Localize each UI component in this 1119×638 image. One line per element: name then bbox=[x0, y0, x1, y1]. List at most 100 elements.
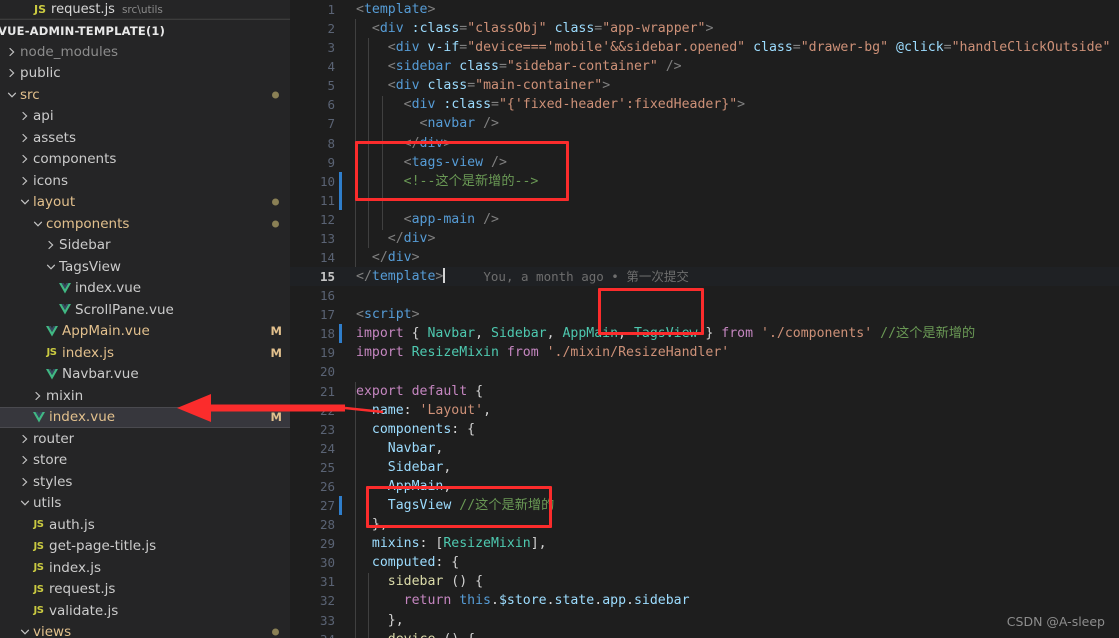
code-line[interactable]: 8 </div> bbox=[290, 134, 1119, 153]
tree-folder-layout[interactable]: layout bbox=[0, 192, 290, 214]
chevron-right-icon[interactable] bbox=[4, 47, 20, 57]
code-text[interactable]: <div :class="{'fixed-header':fixedHeader… bbox=[347, 95, 745, 114]
tree-file-scrollpane-vue[interactable]: ScrollPane.vue bbox=[0, 299, 290, 321]
code-line[interactable]: 14 </div> bbox=[290, 248, 1119, 267]
code-line[interactable]: 3 <div v-if="device==='mobile'&&sidebar.… bbox=[290, 38, 1119, 57]
tree-folder-assets[interactable]: assets bbox=[0, 127, 290, 149]
code-line[interactable]: 9 <tags-view /> bbox=[290, 153, 1119, 172]
code-line[interactable]: 29 mixins: [ResizeMixin], bbox=[290, 534, 1119, 553]
code-line[interactable]: 4 <sidebar class="sidebar-container" /> bbox=[290, 57, 1119, 76]
code-line[interactable]: 21 export default { bbox=[290, 382, 1119, 401]
chevron-down-icon[interactable] bbox=[17, 627, 33, 637]
code-text[interactable]: <sidebar class="sidebar-container" /> bbox=[347, 57, 682, 76]
code-text[interactable]: <tags-view /> bbox=[347, 153, 507, 172]
code-line[interactable]: 22 name: 'Layout', bbox=[290, 401, 1119, 420]
code-line[interactable]: 23 components: { bbox=[290, 420, 1119, 439]
tree-folder-api[interactable]: api bbox=[0, 106, 290, 128]
code-line[interactable]: 5 <div class="main-container"> bbox=[290, 76, 1119, 95]
tree-folder-utils[interactable]: utils bbox=[0, 493, 290, 515]
chevron-right-icon[interactable] bbox=[17, 455, 33, 465]
chevron-down-icon[interactable] bbox=[43, 262, 59, 272]
chevron-right-icon[interactable] bbox=[17, 133, 33, 143]
tree-folder-node-modules[interactable]: node_modules bbox=[0, 41, 290, 63]
tree-folder-public[interactable]: public bbox=[0, 63, 290, 85]
code-line[interactable]: 31 sidebar () { bbox=[290, 572, 1119, 591]
code-editor[interactable]: 1 <template> 2 <div :class="classObj" clas… bbox=[290, 0, 1119, 638]
tree-folder-sidebar[interactable]: Sidebar bbox=[0, 235, 290, 257]
code-line[interactable]: 19 import ResizeMixin from './mixin/Resiz… bbox=[290, 343, 1119, 362]
tree-folder-mixin[interactable]: mixin bbox=[0, 385, 290, 407]
code-text[interactable]: </div> bbox=[347, 134, 452, 153]
code-text[interactable]: mixins: [ResizeMixin], bbox=[347, 534, 547, 553]
chevron-down-icon[interactable] bbox=[30, 219, 46, 229]
code-line[interactable]: 7 <navbar /> bbox=[290, 114, 1119, 133]
tree-file-navbar-vue[interactable]: Navbar.vue bbox=[0, 364, 290, 386]
chevron-right-icon[interactable] bbox=[17, 176, 33, 186]
chevron-right-icon[interactable] bbox=[17, 434, 33, 444]
code-text[interactable]: AppMain, bbox=[347, 477, 452, 496]
editor-tab-filename[interactable]: request.js bbox=[51, 2, 115, 17]
chevron-right-icon[interactable] bbox=[30, 391, 46, 401]
code-line[interactable]: 30 computed: { bbox=[290, 553, 1119, 572]
tree-file-appmain-vue[interactable]: AppMain.vue M bbox=[0, 321, 290, 343]
code-line[interactable]: 2 <div :class="classObj" class="app-wrap… bbox=[290, 19, 1119, 38]
tree-file-index-vue[interactable]: index.vue M bbox=[0, 406, 290, 428]
code-text[interactable]: <script> bbox=[347, 305, 420, 324]
tree-file-request-js[interactable]: JS request.js bbox=[0, 579, 290, 601]
code-text[interactable]: <app-main /> bbox=[347, 210, 499, 229]
code-line[interactable]: 26 AppMain, bbox=[290, 477, 1119, 496]
code-text[interactable]: <div v-if="device==='mobile'&&sidebar.op… bbox=[347, 38, 1119, 57]
tree-folder-store[interactable]: store bbox=[0, 450, 290, 472]
code-lines[interactable]: 1 <template> 2 <div :class="classObj" clas… bbox=[290, 0, 1119, 638]
tree-folder-icons[interactable]: icons bbox=[0, 170, 290, 192]
code-text[interactable]: <div class="main-container"> bbox=[347, 76, 610, 95]
chevron-right-icon[interactable] bbox=[43, 240, 59, 250]
code-line[interactable]: 17 <script> bbox=[290, 305, 1119, 324]
code-line[interactable]: 25 Sidebar, bbox=[290, 458, 1119, 477]
code-text[interactable]: }, bbox=[347, 515, 388, 534]
code-text[interactable]: components: { bbox=[347, 420, 475, 439]
code-text[interactable]: Sidebar, bbox=[347, 458, 452, 477]
code-text[interactable]: </template> bbox=[347, 267, 446, 286]
tree-file-get-page-title-js[interactable]: JS get-page-title.js bbox=[0, 536, 290, 558]
code-line[interactable]: 34 device () { bbox=[290, 630, 1119, 638]
code-text[interactable]: import ResizeMixin from './mixin/ResizeH… bbox=[347, 343, 729, 362]
tree-file-index-vue[interactable]: index.vue bbox=[0, 278, 290, 300]
tree-file-index-js[interactable]: JS index.js M bbox=[0, 342, 290, 364]
chevron-right-icon[interactable] bbox=[17, 111, 33, 121]
code-text[interactable]: return this.$store.state.app.sidebar bbox=[347, 591, 690, 610]
tree-file-validate-js[interactable]: JS validate.js bbox=[0, 600, 290, 622]
code-line[interactable]: 12 <app-main /> bbox=[290, 210, 1119, 229]
code-line[interactable]: 15 </template> You, a month ago • 第一次提交 bbox=[290, 267, 1119, 287]
tree-folder-styles[interactable]: styles bbox=[0, 471, 290, 493]
code-line[interactable]: 20 bbox=[290, 362, 1119, 381]
code-text[interactable]: <div :class="classObj" class="app-wrappe… bbox=[347, 19, 714, 38]
code-text[interactable]: <!--这个是新增的--> bbox=[347, 172, 539, 191]
chevron-down-icon[interactable] bbox=[4, 90, 20, 100]
tree-file-index-js[interactable]: JS index.js bbox=[0, 557, 290, 579]
code-line[interactable]: 28 }, bbox=[290, 515, 1119, 534]
code-line[interactable]: 1 <template> bbox=[290, 0, 1119, 19]
code-text[interactable]: device () { bbox=[347, 630, 475, 638]
code-line[interactable]: 11 bbox=[290, 190, 1119, 210]
code-text[interactable]: <template> bbox=[347, 0, 435, 19]
tree-folder-router[interactable]: router bbox=[0, 428, 290, 450]
code-line[interactable]: 16 bbox=[290, 286, 1119, 305]
code-text[interactable]: </div> bbox=[347, 229, 436, 248]
editor-tab-strip[interactable]: JS request.js src\utils bbox=[0, 0, 290, 19]
code-line[interactable]: 27 TagsView //这个是新增的 bbox=[290, 496, 1119, 516]
code-text[interactable]: </div> bbox=[347, 248, 420, 267]
code-text[interactable]: Navbar, bbox=[347, 439, 444, 458]
tree-folder-components[interactable]: components bbox=[0, 213, 290, 235]
chevron-down-icon[interactable] bbox=[17, 498, 33, 508]
tree-folder-views[interactable]: views bbox=[0, 622, 290, 638]
tree-folder-components[interactable]: components bbox=[0, 149, 290, 171]
tree-folder-tagsview[interactable]: TagsView bbox=[0, 256, 290, 278]
code-line[interactable]: 24 Navbar, bbox=[290, 439, 1119, 458]
explorer-header[interactable]: VUE-ADMIN-TEMPLATE(1) bbox=[0, 19, 290, 41]
code-text[interactable]: import { Navbar, Sidebar, AppMain, TagsV… bbox=[347, 324, 975, 343]
code-line[interactable]: 6 <div :class="{'fixed-header':fixedHead… bbox=[290, 95, 1119, 114]
tree-folder-src[interactable]: src bbox=[0, 84, 290, 106]
code-line[interactable]: 33 }, bbox=[290, 611, 1119, 630]
chevron-down-icon[interactable] bbox=[17, 197, 33, 207]
